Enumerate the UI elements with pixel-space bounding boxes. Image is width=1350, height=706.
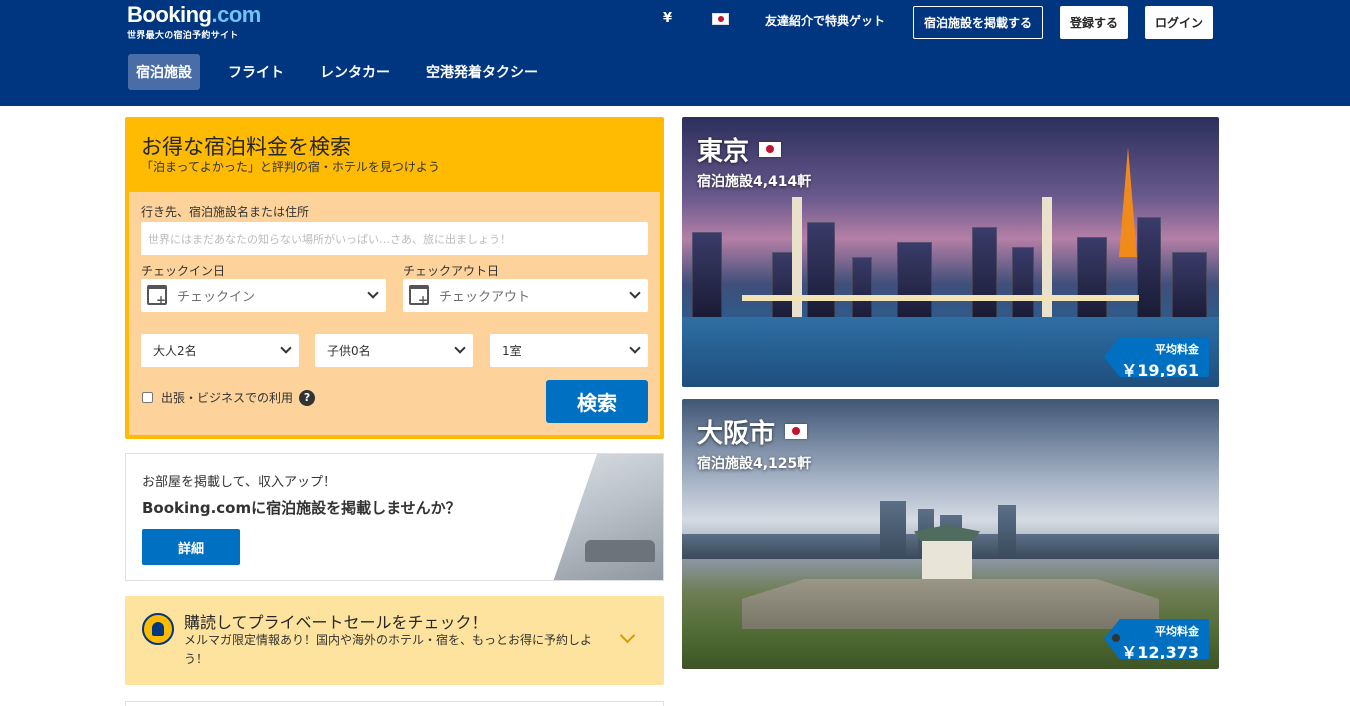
japan-flag-icon[interactable] <box>712 13 729 25</box>
next-card-edge <box>125 701 664 706</box>
checkin-field[interactable]: チェックイン <box>141 279 386 312</box>
chevron-down-icon <box>454 342 466 354</box>
tab-airport-taxi[interactable]: 空港発着タクシー <box>418 54 546 90</box>
adults-value: 大人2名 <box>153 344 197 358</box>
chevron-down-icon <box>629 287 641 299</box>
login-button[interactable]: ログイン <box>1145 6 1213 39</box>
tokyo-tower-shape <box>1119 147 1137 257</box>
help-icon[interactable]: ? <box>299 389 316 406</box>
logo-tagline: 世界最大の宿泊予約サイト <box>127 31 239 41</box>
osaka-castle-shape <box>922 539 972 579</box>
business-travel-option[interactable]: 出張・ビジネスでの利用 ? <box>142 389 316 406</box>
rooms-select[interactable]: 1室 <box>490 334 648 367</box>
property-count: 宿泊施設4,125軒 <box>697 456 812 472</box>
search-subtitle: 「泊まってよかった」と評判の宿・ホテルを見つけよう <box>141 160 440 174</box>
children-select[interactable]: 子供0名 <box>315 334 473 367</box>
average-price-tag: 平均料金 ￥12,373 <box>1104 619 1209 659</box>
price-label: 平均料金 <box>1155 343 1199 356</box>
tab-car-rental[interactable]: レンタカー <box>312 54 398 90</box>
promo-tagline: お部屋を掲載して、収入アップ！ <box>142 475 336 490</box>
destination-input[interactable]: 世界にはまだあなたの知らない場所がいっぱい…さあ、旅に出ましょう！ <box>141 222 648 255</box>
tokyo-skyline <box>682 207 1219 327</box>
calendar-icon <box>409 285 429 307</box>
tab-stays[interactable]: 宿泊施設 <box>128 54 200 90</box>
bridge-deck <box>742 295 1139 301</box>
property-count: 宿泊施設4,414軒 <box>697 174 812 190</box>
children-value: 子供0名 <box>327 344 371 358</box>
booking-logo[interactable]: Booking.com 世界最大の宿泊予約サイト <box>127 2 261 41</box>
checkin-label: チェックイン日 <box>141 264 226 278</box>
newsletter-subtitle: メルマガ限定情報あり！国内や海外のホテル・宿を、もっとお得に予約しよう！ <box>184 633 593 666</box>
promo-title: Booking.comに宿泊施設を掲載しませんか？ <box>142 499 461 517</box>
price-value: ￥12,373 <box>1121 643 1199 662</box>
currency-selector[interactable]: ¥ <box>663 11 672 26</box>
header: Booking.com 世界最大の宿泊予約サイト ¥ 友達紹介で特典ゲット 宿泊… <box>0 0 1350 106</box>
tag-hole-icon <box>1112 634 1120 642</box>
newsletter-banner[interactable]: 購読してプライベートセールをチェック！ メルマガ限定情報あり！国内や海外のホテル… <box>125 596 664 685</box>
city-name: 大阪市 <box>697 413 808 450</box>
rooms-value: 1室 <box>502 344 522 358</box>
newsletter-icon <box>142 613 174 645</box>
adults-select[interactable]: 大人2名 <box>141 334 299 367</box>
referral-link[interactable]: 友達紹介で特典ゲット <box>765 12 885 29</box>
register-button[interactable]: 登録する <box>1060 6 1128 39</box>
chevron-down-icon <box>280 342 292 354</box>
city-card-osaka[interactable]: 大阪市 宿泊施設4,125軒 平均料金 ￥12,373 <box>682 399 1219 669</box>
castle-wall <box>742 579 1159 629</box>
nav-tabs: 宿泊施設 フライト レンタカー 空港発着タクシー <box>128 54 566 90</box>
business-label: 出張・ビジネスでの利用 <box>161 391 294 405</box>
chevron-down-icon <box>367 287 379 299</box>
city-card-tokyo[interactable]: 東京 宿泊施設4,414軒 平均料金 ￥19,961 <box>682 117 1219 387</box>
tab-flights[interactable]: フライト <box>220 54 292 90</box>
destination-label: 行き先、宿泊施設名または住所 <box>141 205 310 219</box>
city-name: 東京 <box>697 131 782 168</box>
business-checkbox[interactable] <box>142 392 153 403</box>
checkout-field[interactable]: チェックアウト <box>403 279 648 312</box>
promo-details-button[interactable]: 詳細 <box>142 529 240 565</box>
checkin-placeholder: チェックイン <box>177 290 256 305</box>
checkout-label: チェックアウト日 <box>403 264 500 278</box>
calendar-icon <box>147 285 167 307</box>
chevron-down-icon[interactable] <box>619 627 636 644</box>
living-room-image <box>553 454 663 580</box>
newsletter-title: 購読してプライベートセールをチェック！ <box>184 613 488 632</box>
sofa-shape <box>585 540 655 562</box>
search-form: 行き先、宿泊施設名または住所 世界にはまだあなたの知らない場所がいっぱい…さあ、… <box>129 192 660 435</box>
list-property-button[interactable]: 宿泊施設を掲載する <box>913 6 1043 39</box>
logo-brand: Booking.com <box>127 2 261 27</box>
search-button[interactable]: 検索 <box>546 380 648 423</box>
japan-flag-icon <box>785 424 808 439</box>
search-title: お得な宿泊料金を検索 <box>141 135 351 159</box>
search-panel: お得な宿泊料金を検索 「泊まってよかった」と評判の宿・ホテルを見つけよう 行き先… <box>125 117 664 439</box>
chevron-down-icon <box>629 342 641 354</box>
checkout-placeholder: チェックアウト <box>439 290 531 305</box>
list-property-promo: お部屋を掲載して、収入アップ！ Booking.comに宿泊施設を掲載しませんか… <box>125 453 664 581</box>
average-price-tag: 平均料金 ￥19,961 <box>1104 337 1209 377</box>
japan-flag-icon <box>759 142 782 157</box>
